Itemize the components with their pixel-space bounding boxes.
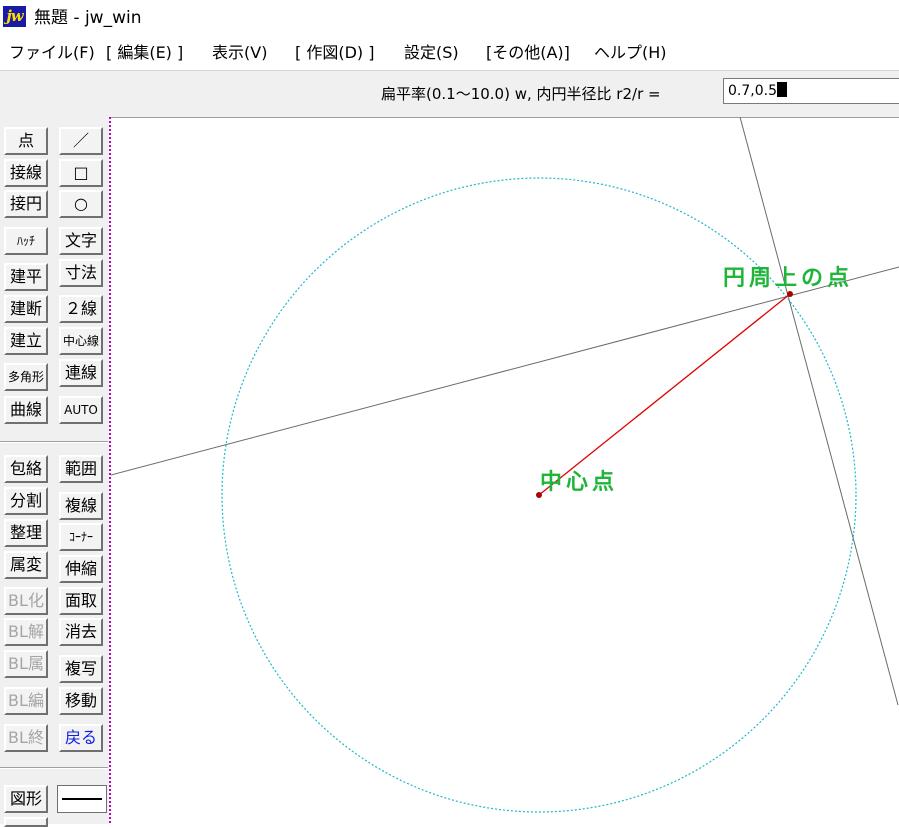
tool-line[interactable]: ／ (59, 127, 103, 155)
tool-rectangle[interactable]: □ (59, 159, 103, 187)
tool-corner[interactable]: ｺｰﾅｰ (59, 523, 103, 551)
tool-offset-line[interactable]: 複線 (59, 492, 103, 520)
jw-app-icon[interactable]: jw (3, 6, 26, 27)
tool-plan[interactable]: 建平 (4, 263, 48, 291)
tool-tangent-line[interactable]: 接線 (4, 159, 48, 187)
menu-draw[interactable]: [ 作図(D) ] (295, 42, 374, 64)
tool-connect-line[interactable]: 連線 (59, 359, 103, 387)
tool-range[interactable]: 範囲 (59, 455, 103, 483)
tool-figure[interactable]: 図形 (4, 785, 48, 813)
tool-arrange[interactable]: 整理 (4, 519, 48, 547)
auxiliary-line-1 (111, 266, 899, 476)
tool-elevation[interactable]: 建立 (4, 327, 48, 355)
control-bar: 扁平率(0.1～10.0) w, 内円半径比 r2/r = 0.7,0.5 (0, 70, 899, 118)
window-title: 無題 - jw_win (34, 8, 142, 28)
tool-block-explode[interactable]: BL解 (4, 618, 48, 646)
prompt-label: 扁平率(0.1～10.0) w, 内円半径比 r2/r = (381, 85, 661, 103)
tool-point[interactable]: 点 (4, 127, 48, 155)
menu-file[interactable]: ファイル(F) (9, 42, 95, 64)
tool-block-edit[interactable]: BL編 (4, 687, 48, 715)
tool-next-partial[interactable] (4, 817, 48, 827)
text-cursor (776, 82, 787, 97)
tool-double-line[interactable]: ２線 (59, 295, 103, 323)
tool-palette: 点 接線 接円 ﾊｯﾁ 建平 建断 建立 多角形 曲線 包絡 分割 整理 属変 … (0, 117, 109, 827)
menu-help[interactable]: ヘルプ(H) (594, 42, 667, 64)
tool-circle[interactable]: ○ (59, 190, 103, 218)
tool-undo[interactable]: 戻る (59, 724, 103, 752)
tool-envelope[interactable]: 包絡 (4, 455, 48, 483)
tool-erase[interactable]: 消去 (59, 618, 103, 646)
tool-copy[interactable]: 複写 (59, 655, 103, 683)
center-point-label: 中心点 (540, 469, 618, 495)
menu-bar: ファイル(F) [ 編集(E) ] 表示(V) [ 作図(D) ] 設定(S) … (0, 36, 899, 70)
tool-attribute-change[interactable]: 属変 (4, 551, 48, 579)
tool-hatch[interactable]: ﾊｯﾁ (4, 227, 48, 255)
tool-chamfer[interactable]: 面取 (59, 587, 103, 615)
drawing-canvas[interactable]: 中心点 円周上の点 (111, 117, 899, 824)
tool-curve[interactable]: 曲線 (4, 396, 48, 424)
tool-auto[interactable]: AUTO (59, 396, 103, 424)
tool-block-end[interactable]: BL終 (4, 724, 48, 752)
ratio-input-value: 0.7,0.5 (728, 83, 777, 99)
tool-block-attribute[interactable]: BL属 (4, 650, 48, 678)
tool-polygon[interactable]: 多角形 (4, 363, 48, 391)
menu-settings[interactable]: 設定(S) (404, 42, 459, 64)
menu-view[interactable]: 表示(V) (212, 42, 267, 64)
line-type-selector[interactable] (57, 785, 107, 813)
tool-section[interactable]: 建断 (4, 295, 48, 323)
tool-center-line[interactable]: 中心線 (59, 327, 103, 355)
circumference-point-label: 円周上の点 (723, 265, 853, 291)
title-bar: jw 無題 - jw_win (0, 0, 899, 36)
circumference-point-marker (787, 291, 793, 297)
tool-tangent-circle[interactable]: 接円 (4, 190, 48, 218)
menu-other[interactable]: [その他(A)] (486, 42, 570, 64)
palette-separator (0, 767, 108, 769)
tool-divide[interactable]: 分割 (4, 487, 48, 515)
radius-line (538, 293, 791, 496)
ratio-input[interactable]: 0.7,0.5 (723, 78, 899, 104)
palette-separator (0, 441, 108, 443)
menu-edit[interactable]: [ 編集(E) ] (106, 42, 183, 64)
tool-text[interactable]: 文字 (59, 227, 103, 255)
tool-dimension[interactable]: 寸法 (59, 259, 103, 287)
tool-move[interactable]: 移動 (59, 687, 103, 715)
tool-block-create[interactable]: BL化 (4, 587, 48, 615)
tool-extend[interactable]: 伸縮 (59, 555, 103, 583)
auxiliary-line-2 (739, 117, 899, 706)
